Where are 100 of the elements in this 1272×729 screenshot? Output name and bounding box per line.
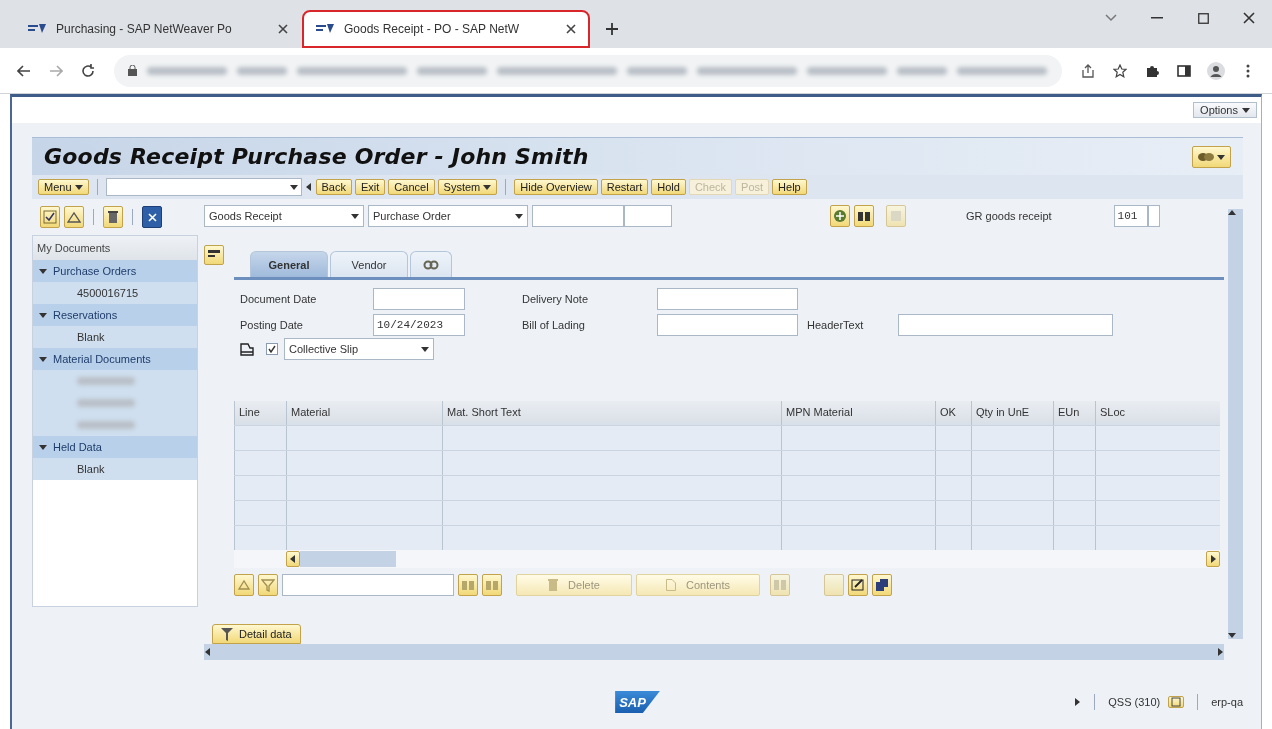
star-icon (1113, 63, 1127, 78)
field-label: Posting Date (240, 319, 304, 331)
checklist-button[interactable] (40, 206, 60, 228)
toolbar-button[interactable]: Back (315, 179, 352, 195)
columns-button[interactable] (770, 574, 790, 596)
transaction-dropdown[interactable]: Goods Receipt (204, 205, 364, 227)
session-button[interactable] (1168, 696, 1185, 708)
funnel-icon (221, 627, 233, 641)
detail-data-tab[interactable]: Detail data (212, 624, 301, 644)
table-cell (935, 451, 971, 475)
column-header[interactable]: Material (286, 401, 442, 425)
reload-icon (81, 63, 95, 78)
address-field[interactable] (114, 54, 1062, 87)
copy-icon (875, 578, 889, 592)
scroll-left-button[interactable] (286, 551, 300, 567)
slip-dropdown[interactable]: Collective Slip (284, 338, 434, 360)
scroll-right-button[interactable] (1206, 551, 1220, 567)
close-button[interactable] (142, 206, 162, 228)
tab[interactable]: General (250, 251, 328, 277)
chevron-icon (1105, 14, 1117, 22)
caret-icon (1217, 152, 1225, 161)
panel-icon (1177, 64, 1191, 77)
column-header[interactable]: SLoc (1095, 401, 1220, 425)
toolbar-button[interactable]: Exit (355, 179, 386, 195)
execute-button[interactable] (830, 205, 850, 227)
arrow-left-icon (204, 648, 212, 656)
tree-item[interactable]: 4500016715 (33, 282, 197, 304)
redacted-text (77, 399, 135, 407)
table-cell (935, 526, 971, 550)
options-button[interactable]: Options (1193, 102, 1257, 118)
table-cell (234, 476, 286, 500)
horizontal-scrollbar[interactable] (204, 644, 1224, 660)
document-number-field[interactable] (532, 205, 624, 227)
share-icon (1081, 63, 1095, 78)
close-icon (278, 24, 288, 34)
tree-group[interactable]: Reservations (33, 304, 197, 326)
session-icon (1171, 697, 1182, 707)
up-button[interactable] (234, 574, 254, 596)
browser-tab[interactable]: Purchasing - SAP NetWeaver Po (14, 10, 302, 48)
movement-type-field[interactable]: 101 (1113, 205, 1148, 227)
tab[interactable]: Vendor (330, 251, 408, 277)
filter-button[interactable] (258, 574, 278, 596)
reference-dropdown[interactable]: Purchase Order (368, 205, 528, 227)
command-field[interactable] (105, 178, 302, 196)
trash-button[interactable] (103, 206, 123, 228)
checkbox[interactable] (266, 343, 278, 355)
text-field[interactable] (657, 314, 798, 336)
toolbar-button[interactable]: Hide Overview (514, 179, 598, 195)
tree-group[interactable]: Purchase Orders (33, 260, 197, 282)
column-header[interactable]: Mat. Short Text (442, 401, 781, 425)
toolbar-button[interactable]: Help (772, 179, 807, 195)
toggle-panel-button[interactable] (204, 245, 224, 265)
column-header[interactable]: EUn (1053, 401, 1095, 425)
grid-button[interactable] (886, 205, 906, 227)
tree-group[interactable]: Held Data (33, 436, 197, 458)
edit-button[interactable] (848, 574, 868, 596)
table-cell (234, 501, 286, 525)
up-icon (237, 578, 251, 592)
copy-button[interactable] (872, 574, 892, 596)
redacted-text (237, 66, 287, 75)
back-arrow-icon (17, 64, 31, 77)
table-cell (1053, 426, 1095, 450)
menu-button[interactable]: Menu (38, 179, 89, 195)
vertical-scrollbar[interactable] (1228, 209, 1243, 639)
column-header[interactable]: Line (234, 401, 286, 425)
text-field[interactable] (657, 288, 798, 310)
redacted-text (77, 377, 135, 385)
kebab-icon (1246, 63, 1250, 78)
field-label: Bill of Lading (522, 319, 586, 331)
column-header[interactable]: OK (935, 401, 971, 425)
toolbar-button[interactable]: Cancel (388, 179, 435, 195)
plus-icon (605, 22, 619, 36)
tab[interactable] (410, 251, 452, 277)
lock-icon (128, 65, 137, 76)
personalize-button[interactable] (1192, 145, 1231, 168)
forward-arrow-icon (49, 64, 63, 77)
toolbar-button[interactable]: System (437, 179, 498, 195)
toolbar-button[interactable]: Restart (600, 179, 649, 195)
server-label: erp-qa (1211, 696, 1243, 708)
table-cell (935, 426, 971, 450)
arrow-down-icon (1228, 631, 1236, 639)
scrollbar-thumb[interactable] (300, 551, 396, 567)
table-cell (1053, 526, 1095, 550)
text-field[interactable]: 10/24/2023 (373, 314, 465, 336)
tree-item[interactable]: Blank (33, 458, 197, 480)
checkmark-icon (268, 345, 276, 353)
tree-item[interactable]: Blank (33, 326, 197, 348)
column-header[interactable]: MPN Material (781, 401, 935, 425)
toolbar-button[interactable]: Hold (651, 179, 686, 195)
search-field[interactable] (282, 574, 454, 596)
browser-tab[interactable]: Goods Receipt - PO - SAP NetW (302, 10, 590, 48)
expand-arrow-icon (39, 443, 47, 451)
text-field[interactable] (898, 314, 1113, 336)
text-field[interactable] (373, 288, 465, 310)
tree-group[interactable]: Material Documents (33, 348, 197, 370)
year-field[interactable] (624, 205, 672, 227)
column-header[interactable]: Qty in UnE (971, 401, 1053, 425)
close-icon (566, 24, 576, 34)
field-label: HeaderText (807, 319, 865, 331)
maximize-icon (1197, 12, 1209, 24)
